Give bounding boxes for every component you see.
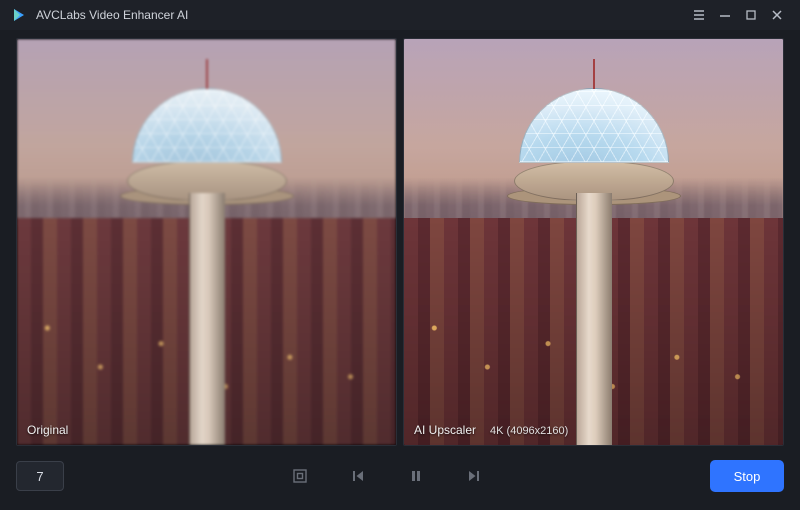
original-image	[17, 39, 396, 445]
stop-button[interactable]: Stop	[710, 460, 784, 492]
control-bar: 7 Stop	[0, 452, 800, 510]
upscaled-caption: AI Upscaler 4K (4096x2160)	[414, 423, 568, 437]
upscaled-mode: 4K (4096x2160)	[490, 425, 568, 437]
frame-number-value: 7	[36, 469, 43, 484]
frame-number-field[interactable]: 7	[16, 461, 64, 491]
upscaled-image	[404, 39, 783, 445]
app-logo-icon	[10, 6, 28, 24]
title-bar: AVCLabs Video Enhancer AI	[0, 0, 800, 30]
pause-button[interactable]	[400, 460, 432, 492]
maximize-button[interactable]	[738, 0, 764, 30]
next-frame-button[interactable]	[458, 460, 490, 492]
playback-controls	[74, 460, 700, 492]
menu-button[interactable]	[686, 0, 712, 30]
original-label: Original	[27, 423, 68, 437]
compare-toggle-button[interactable]	[284, 460, 316, 492]
minimize-button[interactable]	[712, 0, 738, 30]
preview-upscaled-pane[interactable]: AI Upscaler 4K (4096x2160)	[403, 38, 784, 446]
close-button[interactable]	[764, 0, 790, 30]
upscaled-label: AI Upscaler	[414, 423, 476, 437]
preview-compare: Original AI Upscaler 4K (4096x2160)	[0, 30, 800, 452]
prev-frame-button[interactable]	[342, 460, 374, 492]
app-title: AVCLabs Video Enhancer AI	[36, 8, 188, 22]
original-caption: Original	[27, 423, 68, 437]
preview-original-pane[interactable]: Original	[16, 38, 397, 446]
stop-button-label: Stop	[734, 469, 761, 484]
